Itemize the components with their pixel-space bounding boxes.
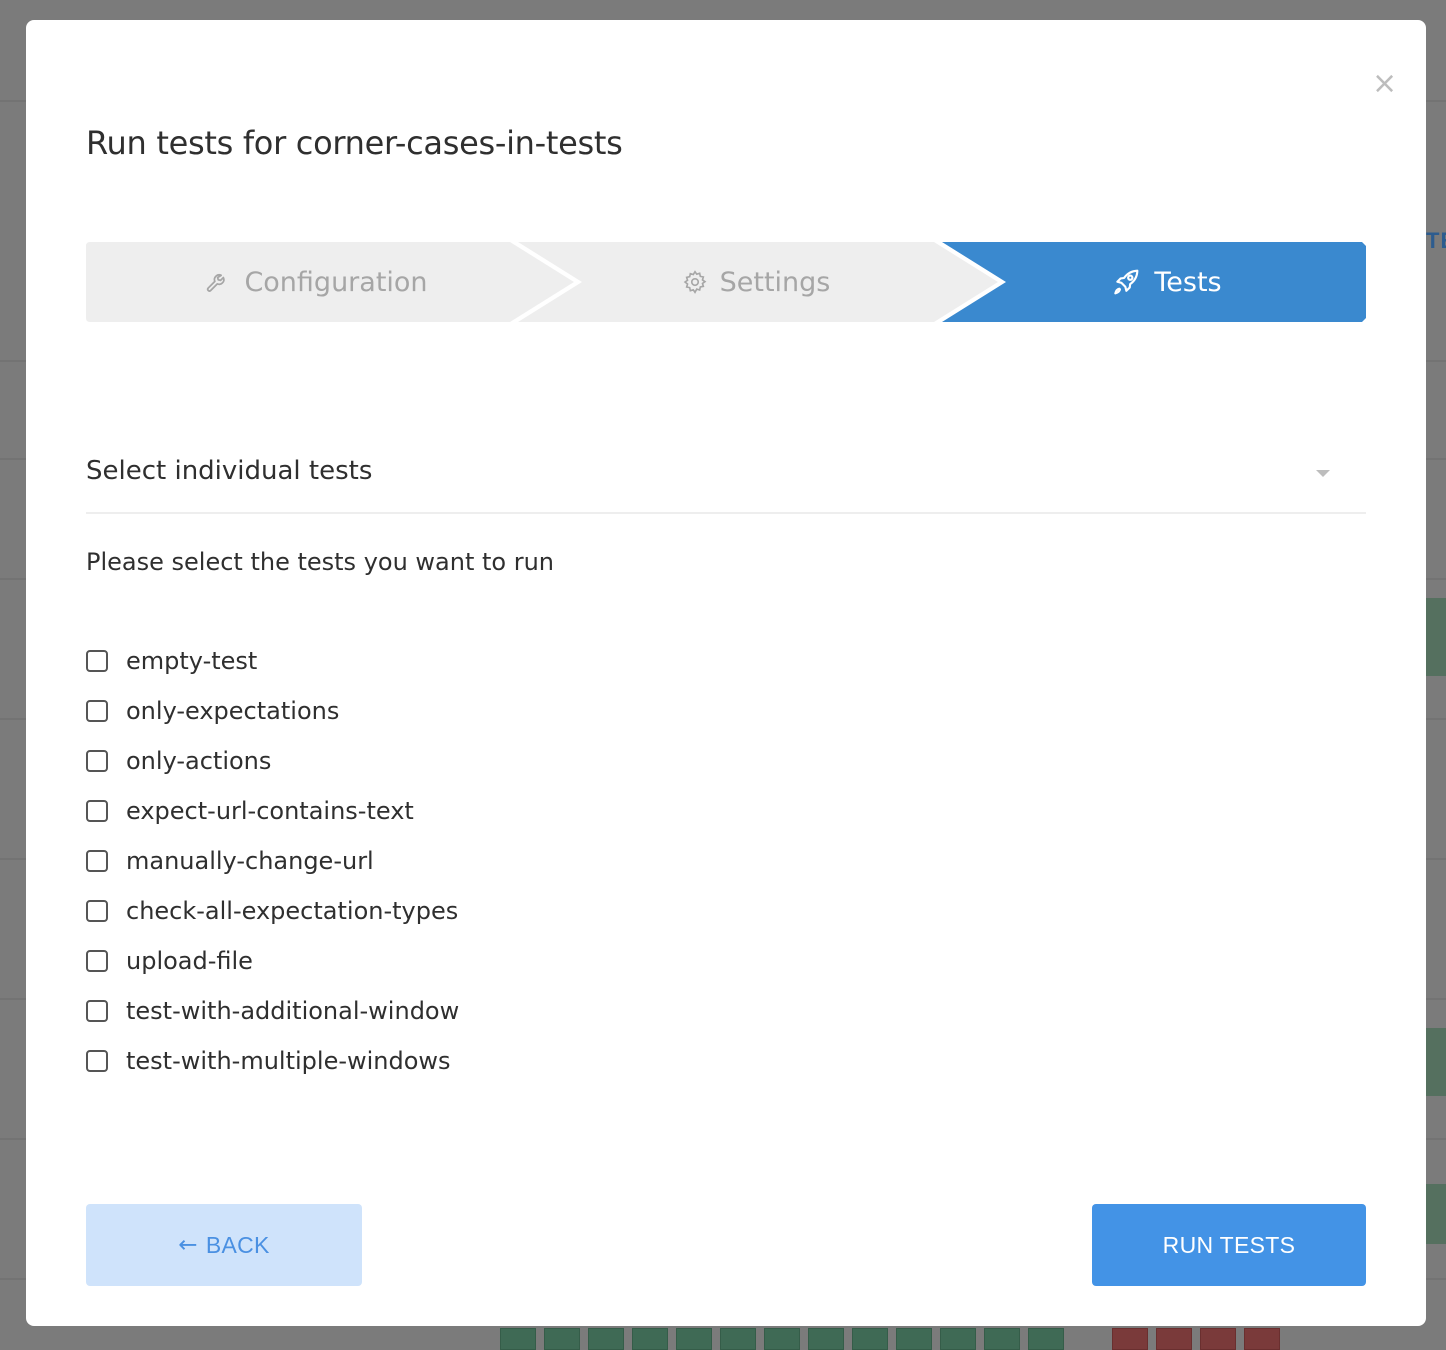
background-result-cell: [1156, 1328, 1192, 1350]
test-checkbox[interactable]: [86, 1050, 108, 1072]
back-button-label: BACK: [205, 1231, 270, 1258]
test-checkbox[interactable]: [86, 850, 108, 872]
step-tests[interactable]: Tests: [966, 242, 1366, 322]
chevron-down-icon: [1316, 470, 1330, 477]
background-result-cell: [500, 1328, 536, 1350]
test-checkbox[interactable]: [86, 750, 108, 772]
back-button[interactable]: ← BACK: [86, 1204, 362, 1286]
test-checkbox[interactable]: [86, 800, 108, 822]
test-checkbox[interactable]: [86, 950, 108, 972]
arrow-left-icon: ←: [178, 1232, 198, 1258]
test-name[interactable]: expect-url-contains-text: [126, 797, 414, 825]
background-status-block: [1426, 1184, 1446, 1244]
test-name[interactable]: manually-change-url: [126, 847, 374, 875]
step-label: Tests: [1154, 266, 1222, 298]
background-result-cell: [940, 1328, 976, 1350]
background-result-cell: [1028, 1328, 1064, 1350]
background-result-cell: [1244, 1328, 1280, 1350]
test-name[interactable]: empty-test: [126, 647, 257, 675]
step-label: Configuration: [244, 266, 428, 298]
background-result-cell: [588, 1328, 624, 1350]
background-result-cell: [896, 1328, 932, 1350]
test-checkbox[interactable]: [86, 700, 108, 722]
run-tests-modal: × Run tests for corner-cases-in-tests Co…: [26, 20, 1426, 1326]
dropdown-label: Select individual tests: [86, 456, 373, 486]
wrench-icon: [204, 268, 232, 296]
test-name[interactable]: only-expectations: [126, 697, 339, 725]
run-tests-button[interactable]: RUN TESTS: [1092, 1204, 1366, 1286]
list-item: test-with-additional-window: [86, 986, 459, 1036]
background-result-cell: [632, 1328, 668, 1350]
run-tests-button-label: RUN TESTS: [1162, 1231, 1296, 1258]
rocket-icon: [1110, 266, 1142, 298]
gear-icon: [682, 269, 708, 295]
background-heading-fragment: TE: [1426, 228, 1446, 253]
list-item: expect-url-contains-text: [86, 786, 459, 836]
instruction-text: Please select the tests you want to run: [86, 548, 555, 576]
list-item: check-all-expectation-types: [86, 886, 459, 936]
background-result-cell: [984, 1328, 1020, 1350]
list-item: empty-test: [86, 636, 459, 686]
test-checkbox[interactable]: [86, 1000, 108, 1022]
background-status-block: [1426, 598, 1446, 676]
list-item: only-actions: [86, 736, 459, 786]
background-result-cell: [544, 1328, 580, 1350]
list-item: manually-change-url: [86, 836, 459, 886]
test-list: empty-test only-expectations only-actions e…: [86, 636, 459, 1086]
test-name[interactable]: test-with-additional-window: [126, 997, 459, 1025]
list-item: only-expectations: [86, 686, 459, 736]
test-name[interactable]: only-actions: [126, 747, 271, 775]
test-name[interactable]: upload-file: [126, 947, 253, 975]
background-status-block: [1426, 1028, 1446, 1096]
test-checkbox[interactable]: [86, 650, 108, 672]
background-result-cell: [720, 1328, 756, 1350]
test-selection-dropdown[interactable]: Select individual tests: [86, 434, 1366, 514]
background-result-cell: [1200, 1328, 1236, 1350]
step-settings[interactable]: Settings: [546, 242, 966, 322]
list-item: test-with-multiple-windows: [86, 1036, 459, 1086]
test-name[interactable]: check-all-expectation-types: [126, 897, 458, 925]
background-result-cell: [676, 1328, 712, 1350]
background-result-cell: [1112, 1328, 1148, 1350]
modal-title: Run tests for corner-cases-in-tests: [86, 124, 623, 162]
background-result-cell: [852, 1328, 888, 1350]
list-item: upload-file: [86, 936, 459, 986]
test-name[interactable]: test-with-multiple-windows: [126, 1047, 451, 1075]
background-result-cell: [764, 1328, 800, 1350]
test-checkbox[interactable]: [86, 900, 108, 922]
background-result-cell: [808, 1328, 844, 1350]
stepper: Configuration Settings Tests: [86, 242, 1366, 322]
close-icon[interactable]: ×: [1372, 69, 1397, 99]
step-configuration[interactable]: Configuration: [86, 242, 546, 322]
step-label: Settings: [719, 266, 831, 298]
